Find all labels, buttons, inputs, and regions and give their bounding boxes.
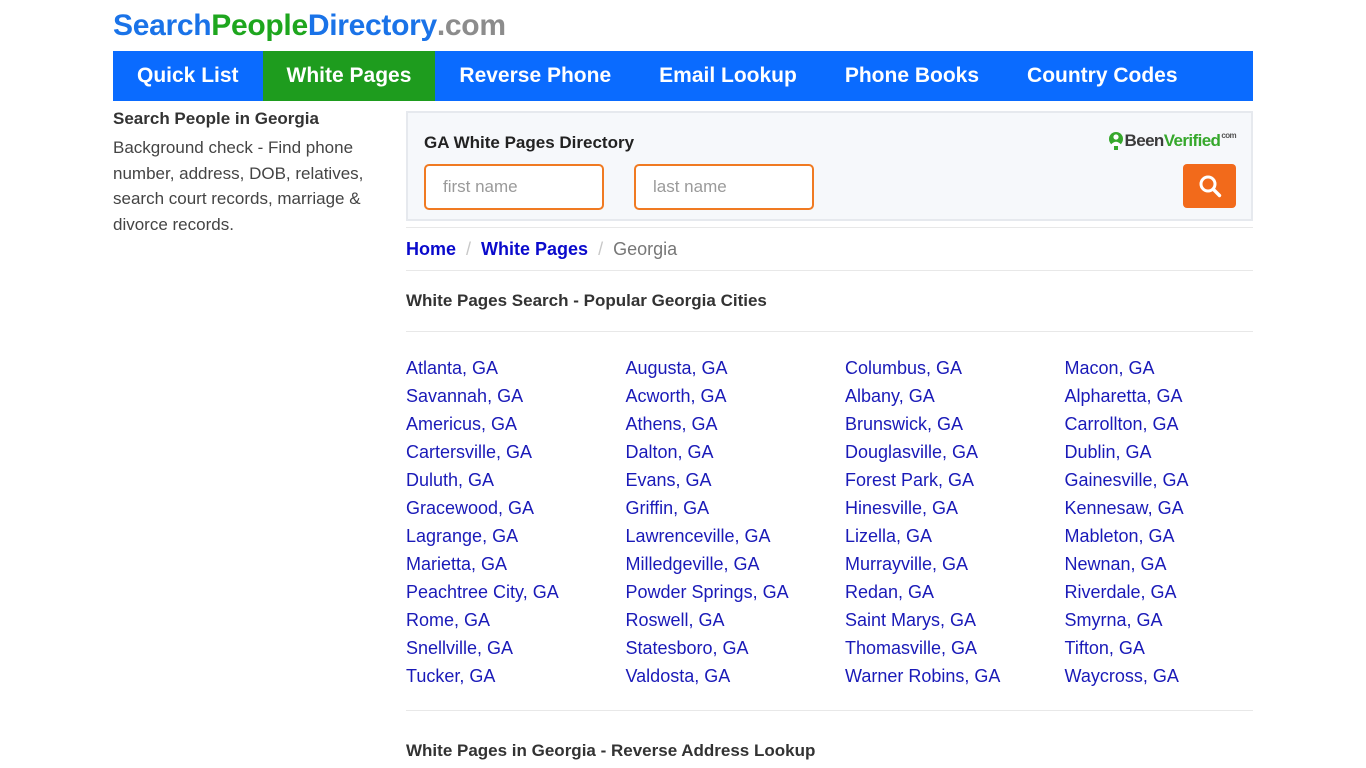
- breadcrumb-separator: /: [466, 238, 472, 259]
- city-link[interactable]: Atlanta, GA: [406, 354, 626, 382]
- main-content: GA White Pages Directory Been Verified com: [406, 101, 1253, 761]
- nav-email-lookup[interactable]: Email Lookup: [635, 51, 821, 101]
- city-grid: Atlanta, GA Augusta, GA Columbus, GA Macon,…: [406, 354, 1253, 690]
- city-link[interactable]: Brunswick, GA: [845, 410, 1065, 438]
- search-panel-title: GA White Pages Directory: [424, 133, 635, 152]
- city-link[interactable]: Lawrenceville, GA: [626, 522, 846, 550]
- person-icon: [1108, 132, 1123, 150]
- city-link[interactable]: Gainesville, GA: [1065, 466, 1285, 494]
- breadcrumb-home[interactable]: Home: [406, 239, 456, 260]
- last-name-input[interactable]: [634, 164, 814, 210]
- city-link[interactable]: Newnan, GA: [1065, 550, 1285, 578]
- city-link[interactable]: Saint Marys, GA: [845, 606, 1065, 634]
- sidebar: Search People in Georgia Background chec…: [113, 101, 375, 761]
- city-link[interactable]: Cartersville, GA: [406, 438, 626, 466]
- city-link[interactable]: Lagrange, GA: [406, 522, 626, 550]
- content-columns: Search People in Georgia Background chec…: [113, 101, 1253, 761]
- city-link[interactable]: Warner Robins, GA: [845, 662, 1065, 690]
- city-link[interactable]: Thomasville, GA: [845, 634, 1065, 662]
- nav-white-pages[interactable]: White Pages: [262, 51, 436, 101]
- beenverified-been: Been: [1124, 131, 1165, 150]
- city-link[interactable]: Kennesaw, GA: [1065, 494, 1285, 522]
- beenverified-logo: Been Verified com: [1108, 131, 1237, 151]
- city-link[interactable]: Murrayville, GA: [845, 550, 1065, 578]
- city-link[interactable]: Duluth, GA: [406, 466, 626, 494]
- logo-part-com: .com: [436, 8, 506, 42]
- beenverified-verified: Verified: [1163, 131, 1221, 150]
- breadcrumb-separator: /: [598, 238, 604, 259]
- city-link[interactable]: Dublin, GA: [1065, 438, 1285, 466]
- city-link[interactable]: Americus, GA: [406, 410, 626, 438]
- city-link[interactable]: Statesboro, GA: [626, 634, 846, 662]
- city-link[interactable]: Rome, GA: [406, 606, 626, 634]
- city-link[interactable]: Valdosta, GA: [626, 662, 846, 690]
- city-link[interactable]: Griffin, GA: [626, 494, 846, 522]
- city-link[interactable]: Tifton, GA: [1065, 634, 1285, 662]
- nav-country-codes[interactable]: Country Codes: [1003, 51, 1202, 101]
- nav-reverse-phone[interactable]: Reverse Phone: [435, 51, 635, 101]
- sidebar-title: Search People in Georgia: [113, 109, 319, 128]
- city-link[interactable]: Mableton, GA: [1065, 522, 1285, 550]
- reverse-address-title: White Pages in Georgia - Reverse Address…: [406, 741, 816, 760]
- city-link[interactable]: Alpharetta, GA: [1065, 382, 1285, 410]
- page: Search People Directory .com Quick List Whi…: [113, 0, 1253, 761]
- city-link[interactable]: Hinesville, GA: [845, 494, 1065, 522]
- city-link[interactable]: Gracewood, GA: [406, 494, 626, 522]
- city-link[interactable]: Marietta, GA: [406, 550, 626, 578]
- city-link[interactable]: Lizella, GA: [845, 522, 1065, 550]
- city-link[interactable]: Savannah, GA: [406, 382, 626, 410]
- beenverified-tm: com: [1221, 131, 1236, 140]
- city-link[interactable]: Peachtree City, GA: [406, 578, 626, 606]
- search-button[interactable]: [1183, 164, 1236, 208]
- popular-cities-title: White Pages Search - Popular Georgia Cit…: [406, 291, 767, 310]
- city-link[interactable]: Milledgeville, GA: [626, 550, 846, 578]
- logo-part-directory: Directory: [307, 8, 437, 42]
- nav-phone-books[interactable]: Phone Books: [821, 51, 1003, 101]
- popular-cities-header: White Pages Search - Popular Georgia Cit…: [406, 271, 1253, 332]
- nav-quick-list[interactable]: Quick List: [113, 51, 263, 101]
- city-link[interactable]: Dalton, GA: [626, 438, 846, 466]
- main-nav: Quick List White Pages Reverse Phone Ema…: [113, 51, 1253, 101]
- city-link[interactable]: Douglasville, GA: [845, 438, 1065, 466]
- city-link[interactable]: Albany, GA: [845, 382, 1065, 410]
- sidebar-text: Background check - Find phone number, ad…: [113, 138, 364, 234]
- city-link[interactable]: Waycross, GA: [1065, 662, 1285, 690]
- first-name-input[interactable]: [424, 164, 604, 210]
- city-link[interactable]: Augusta, GA: [626, 354, 846, 382]
- city-link[interactable]: Evans, GA: [626, 466, 846, 494]
- search-panel: GA White Pages Directory Been Verified com: [406, 111, 1253, 221]
- city-link[interactable]: Forest Park, GA: [845, 466, 1065, 494]
- city-link[interactable]: Riverdale, GA: [1065, 578, 1285, 606]
- city-link[interactable]: Acworth, GA: [626, 382, 846, 410]
- reverse-address-header: White Pages in Georgia - Reverse Address…: [406, 711, 1253, 761]
- city-link[interactable]: Columbus, GA: [845, 354, 1065, 382]
- city-link[interactable]: Athens, GA: [626, 410, 846, 438]
- city-link[interactable]: Snellville, GA: [406, 634, 626, 662]
- logo-part-people: People: [211, 8, 308, 42]
- site-logo[interactable]: Search People Directory .com: [113, 0, 1253, 51]
- city-link[interactable]: Redan, GA: [845, 578, 1065, 606]
- city-link[interactable]: Macon, GA: [1065, 354, 1285, 382]
- logo-part-search: Search: [113, 8, 212, 42]
- breadcrumb: Home / White Pages / Georgia: [406, 227, 1253, 271]
- city-link[interactable]: Powder Springs, GA: [626, 578, 846, 606]
- city-link[interactable]: Smyrna, GA: [1065, 606, 1285, 634]
- breadcrumb-white-pages[interactable]: White Pages: [481, 239, 588, 260]
- city-link[interactable]: Carrollton, GA: [1065, 410, 1285, 438]
- city-link[interactable]: Tucker, GA: [406, 662, 626, 690]
- city-link[interactable]: Roswell, GA: [626, 606, 846, 634]
- search-icon: [1199, 175, 1221, 198]
- breadcrumb-current: Georgia: [613, 238, 678, 259]
